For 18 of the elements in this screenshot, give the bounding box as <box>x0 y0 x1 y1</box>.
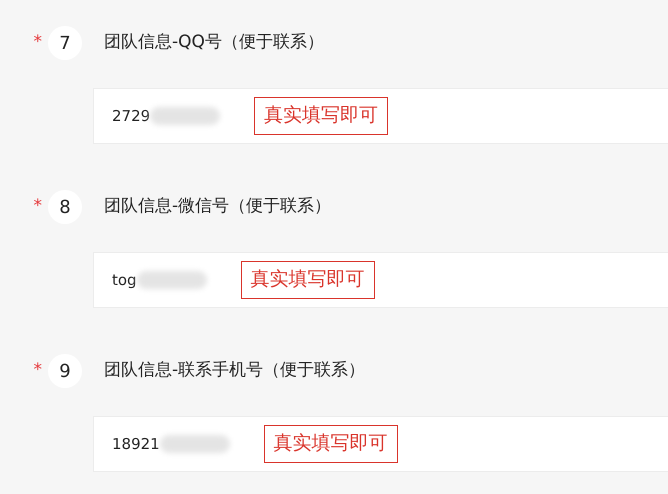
annotation-note: 真实填写即可 <box>240 261 375 299</box>
redaction-blur <box>150 107 220 125</box>
required-mark: * <box>32 359 42 382</box>
answer-field[interactable]: tog 真实填写即可 <box>93 252 668 308</box>
redaction-blur <box>136 271 207 289</box>
annotation-note: 真实填写即可 <box>264 425 398 463</box>
required-mark: * <box>32 195 42 218</box>
question-title: 团队信息-QQ号（便于联系） <box>104 31 324 54</box>
answer-field[interactable]: 18921 真实填写即可 <box>93 416 668 472</box>
question-number: 7 <box>48 26 82 60</box>
annotation-note: 真实填写即可 <box>254 97 388 135</box>
question-number: 8 <box>48 190 82 224</box>
question-title: 团队信息-联系手机号（便于联系） <box>104 359 366 382</box>
redaction-blur <box>160 435 230 453</box>
question-title: 团队信息-微信号（便于联系） <box>104 195 332 218</box>
answer-field[interactable]: 2729 真实填写即可 <box>93 88 668 144</box>
question-number: 9 <box>48 354 82 388</box>
required-mark: * <box>32 31 42 54</box>
